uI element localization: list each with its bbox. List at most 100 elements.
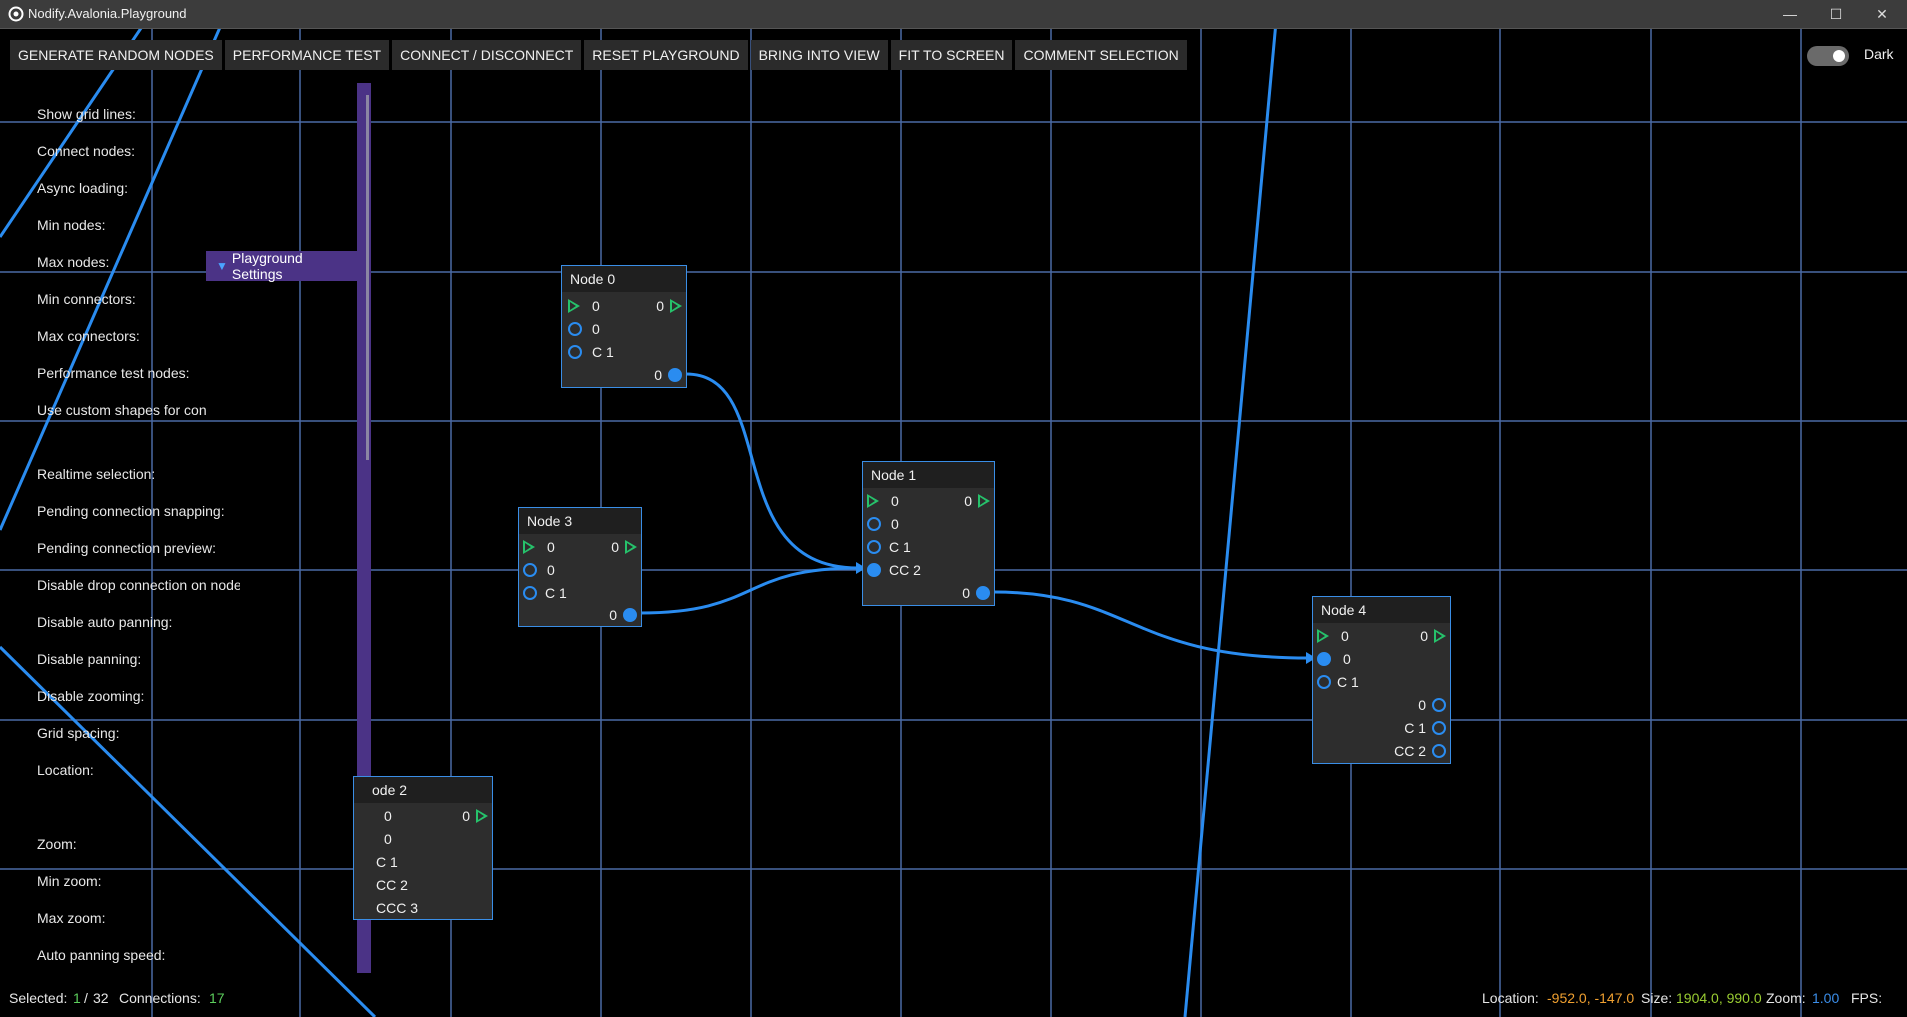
node-1-header[interactable]: Node 1 bbox=[863, 462, 994, 488]
minimize-icon: — bbox=[1783, 6, 1797, 22]
connector-circle-icon[interactable] bbox=[1432, 698, 1446, 712]
node-0-header[interactable]: Node 0 bbox=[562, 266, 686, 292]
flow-output-icon[interactable] bbox=[476, 809, 488, 823]
connect-disconnect-button[interactable]: CONNECT / DISCONNECT bbox=[392, 40, 582, 70]
node-3[interactable]: Node 3 0 0 0 C 1 0 bbox=[518, 507, 642, 627]
maximize-button[interactable]: ☐ bbox=[1813, 0, 1859, 28]
connector-label: 0 bbox=[891, 493, 899, 509]
node-title: Node 0 bbox=[570, 271, 616, 287]
zoom-label: Zoom: bbox=[1766, 990, 1806, 1006]
flow-input-icon[interactable] bbox=[523, 540, 535, 554]
connector-circle-icon[interactable] bbox=[976, 586, 990, 600]
dark-theme-toggle[interactable] bbox=[1807, 46, 1849, 66]
node-2-header[interactable]: ode 2 bbox=[354, 777, 492, 803]
flow-output-icon[interactable] bbox=[1434, 629, 1446, 643]
node-input-connector[interactable]: 0 bbox=[384, 829, 392, 849]
connector-label: 0 bbox=[962, 585, 970, 601]
node-output-flow[interactable]: 0 bbox=[656, 296, 682, 316]
setting-label: Max connectors: bbox=[37, 328, 140, 344]
connector-circle-icon[interactable] bbox=[568, 345, 582, 359]
connector-circle-icon[interactable] bbox=[1317, 675, 1331, 689]
connector-label: 0 bbox=[462, 808, 470, 824]
connector-circle-icon[interactable] bbox=[1317, 652, 1331, 666]
flow-input-icon[interactable] bbox=[867, 494, 879, 508]
connector-circle-icon[interactable] bbox=[1432, 721, 1446, 735]
node-input-connector[interactable]: 0 bbox=[1317, 649, 1351, 669]
setting-label: Async loading: bbox=[37, 180, 129, 196]
connector-circle-icon[interactable] bbox=[1432, 744, 1446, 758]
selected-total: 32 bbox=[93, 990, 109, 1006]
flow-output-icon[interactable] bbox=[670, 299, 682, 313]
reset-playground-button[interactable]: RESET PLAYGROUND bbox=[584, 40, 748, 70]
node-input-connector[interactable]: C 1 bbox=[376, 852, 398, 872]
node-0[interactable]: Node 0 0 0 0 C 1 0 bbox=[561, 265, 687, 388]
connector-label: 0 bbox=[384, 831, 392, 847]
node-input-connector[interactable]: CCC 3 bbox=[376, 898, 418, 918]
connector-label: 0 bbox=[964, 493, 972, 509]
node-output-connector[interactable]: 0 bbox=[1418, 695, 1446, 715]
node-output-connector[interactable]: CC 2 bbox=[1394, 741, 1446, 761]
node-input-connector[interactable]: C 1 bbox=[1317, 672, 1359, 692]
fit-to-screen-button[interactable]: FIT TO SCREEN bbox=[890, 40, 1013, 70]
minimize-button[interactable]: — bbox=[1767, 0, 1813, 28]
node-output-flow[interactable]: 0 bbox=[964, 491, 990, 511]
node-output-flow[interactable]: 0 bbox=[611, 537, 637, 557]
node-output-connector[interactable]: C 1 bbox=[1404, 718, 1446, 738]
node-input-flow[interactable]: 0 bbox=[523, 537, 555, 557]
node-1[interactable]: Node 1 0 0 0 C 1 CC 2 0 bbox=[862, 461, 995, 606]
node-output-connector[interactable]: 0 bbox=[962, 583, 990, 603]
node-input-connector[interactable]: CC 2 bbox=[376, 875, 408, 895]
node-output-connector[interactable]: 0 bbox=[654, 365, 682, 385]
close-button[interactable]: ✕ bbox=[1859, 0, 1905, 28]
node-output-flow[interactable]: 0 bbox=[1420, 626, 1446, 646]
setting-label: Zoom: bbox=[37, 836, 77, 852]
node-input-connector[interactable]: 0 bbox=[568, 319, 600, 339]
settings-scrollbar-thumb[interactable] bbox=[366, 95, 369, 460]
connector-circle-icon[interactable] bbox=[668, 368, 682, 382]
generate-random-nodes-button[interactable]: GENERATE RANDOM NODES bbox=[10, 40, 222, 70]
node-input-connector[interactable]: 0 bbox=[867, 514, 899, 534]
bring-into-view-button[interactable]: BRING INTO VIEW bbox=[750, 40, 888, 70]
node-input-flow[interactable]: 0 bbox=[867, 491, 899, 511]
node-output-flow[interactable]: 0 bbox=[462, 806, 488, 826]
location-value: -952.0, -147.0 bbox=[1547, 990, 1635, 1006]
node-3-header[interactable]: Node 3 bbox=[519, 508, 641, 534]
connector-label: 0 bbox=[1341, 628, 1349, 644]
node-4-header[interactable]: Node 4 bbox=[1313, 597, 1450, 623]
flow-output-icon[interactable] bbox=[625, 540, 637, 554]
title-bar: Nodify.Avalonia.Playground — ☐ ✕ bbox=[0, 0, 1907, 29]
flow-output-icon[interactable] bbox=[978, 494, 990, 508]
connector-circle-icon[interactable] bbox=[623, 608, 637, 622]
setting-label: Location: bbox=[37, 762, 94, 778]
connector-circle-icon[interactable] bbox=[523, 563, 537, 577]
node-input-connector[interactable]: 0 bbox=[523, 560, 555, 580]
comment-selection-button[interactable]: COMMENT SELECTION bbox=[1015, 40, 1187, 70]
connector-label: 0 bbox=[592, 321, 600, 337]
node-4[interactable]: Node 4 0 0 0 C 1 0 C 1 CC 2 bbox=[1312, 596, 1451, 764]
connection-node1-node4 bbox=[993, 590, 1309, 660]
node-title: Node 1 bbox=[871, 467, 917, 483]
playground-settings-expander[interactable]: ▼ Playground Settings bbox=[206, 250, 357, 282]
connector-circle-icon[interactable] bbox=[867, 540, 881, 554]
node-output-connector[interactable]: 0 bbox=[609, 605, 637, 625]
connector-circle-icon[interactable] bbox=[867, 517, 881, 531]
node-input-connector[interactable]: C 1 bbox=[867, 537, 911, 557]
node-input-connector[interactable]: C 1 bbox=[523, 583, 567, 603]
connector-circle-icon[interactable] bbox=[523, 586, 537, 600]
performance-test-button[interactable]: PERFORMANCE TEST bbox=[224, 40, 390, 70]
connector-label: CCC 3 bbox=[376, 900, 419, 916]
node-2[interactable]: ode 2 0 0 0 C 1 CC 2 CCC 3 bbox=[353, 776, 493, 920]
node-input-flow[interactable]: 0 bbox=[568, 296, 600, 316]
connector-label: 0 bbox=[611, 539, 619, 555]
node-input-connector[interactable]: C 1 bbox=[568, 342, 614, 362]
flow-input-icon[interactable] bbox=[1317, 629, 1329, 643]
setting-label: Grid spacing: bbox=[37, 725, 120, 741]
node-input-flow[interactable]: 0 bbox=[384, 806, 392, 826]
flow-input-icon[interactable] bbox=[568, 299, 580, 313]
status-bar: Selected: 1 / 32 Connections: 17 Locatio… bbox=[0, 990, 1907, 1017]
connector-label: C 1 bbox=[545, 585, 567, 601]
node-input-connector[interactable]: CC 2 bbox=[867, 560, 921, 580]
node-input-flow[interactable]: 0 bbox=[1317, 626, 1349, 646]
connector-circle-icon[interactable] bbox=[568, 322, 582, 336]
connector-circle-icon[interactable] bbox=[867, 563, 881, 577]
